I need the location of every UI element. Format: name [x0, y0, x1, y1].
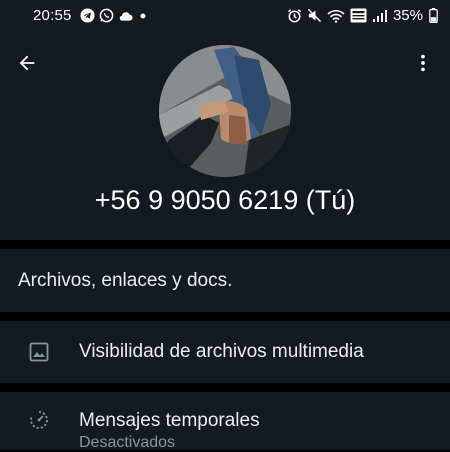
telegram-icon	[80, 8, 95, 23]
arrow-left-icon	[19, 55, 35, 71]
timer-icon	[27, 408, 51, 432]
temporary-messages-label: Mensajes temporales	[79, 410, 260, 431]
section-divider	[0, 312, 450, 321]
status-bar: 20:55 35%	[0, 0, 450, 32]
wifi-icon	[327, 8, 345, 23]
media-visibility-label: Visibilidad de archivos multimedia	[79, 341, 364, 362]
image-icon	[27, 340, 51, 364]
signal-icon	[372, 8, 388, 23]
back-button[interactable]	[14, 50, 40, 76]
profile-phone-number: +56 9 9050 6219 (Tú)	[94, 185, 356, 215]
temporary-messages-row[interactable]: Mensajes temporales Desactivados	[0, 392, 450, 451]
dot-icon	[137, 8, 149, 23]
mute-icon	[307, 8, 322, 23]
alarm-icon	[287, 8, 302, 23]
section-divider	[0, 383, 450, 392]
profile-photo[interactable]	[159, 45, 291, 177]
whatsapp-icon	[99, 8, 114, 23]
files-links-docs-row[interactable]: Archivos, enlaces y docs.	[0, 249, 450, 312]
files-links-docs-label: Archivos, enlaces y docs.	[18, 270, 233, 291]
temporary-messages-status: Desactivados	[79, 434, 176, 451]
more-options-button[interactable]	[410, 50, 436, 76]
status-time: 20:55	[33, 7, 72, 24]
section-divider	[0, 240, 450, 249]
profile-photo-image	[159, 45, 291, 177]
volte-icon	[350, 8, 367, 23]
more-vertical-icon	[421, 54, 425, 72]
contact-info-header: +56 9 9050 6219 (Tú)	[0, 32, 450, 240]
cloud-icon	[118, 8, 133, 23]
media-visibility-row[interactable]: Visibilidad de archivos multimedia	[0, 321, 450, 383]
battery-icon	[428, 8, 438, 23]
battery-percent: 35%	[392, 7, 423, 24]
